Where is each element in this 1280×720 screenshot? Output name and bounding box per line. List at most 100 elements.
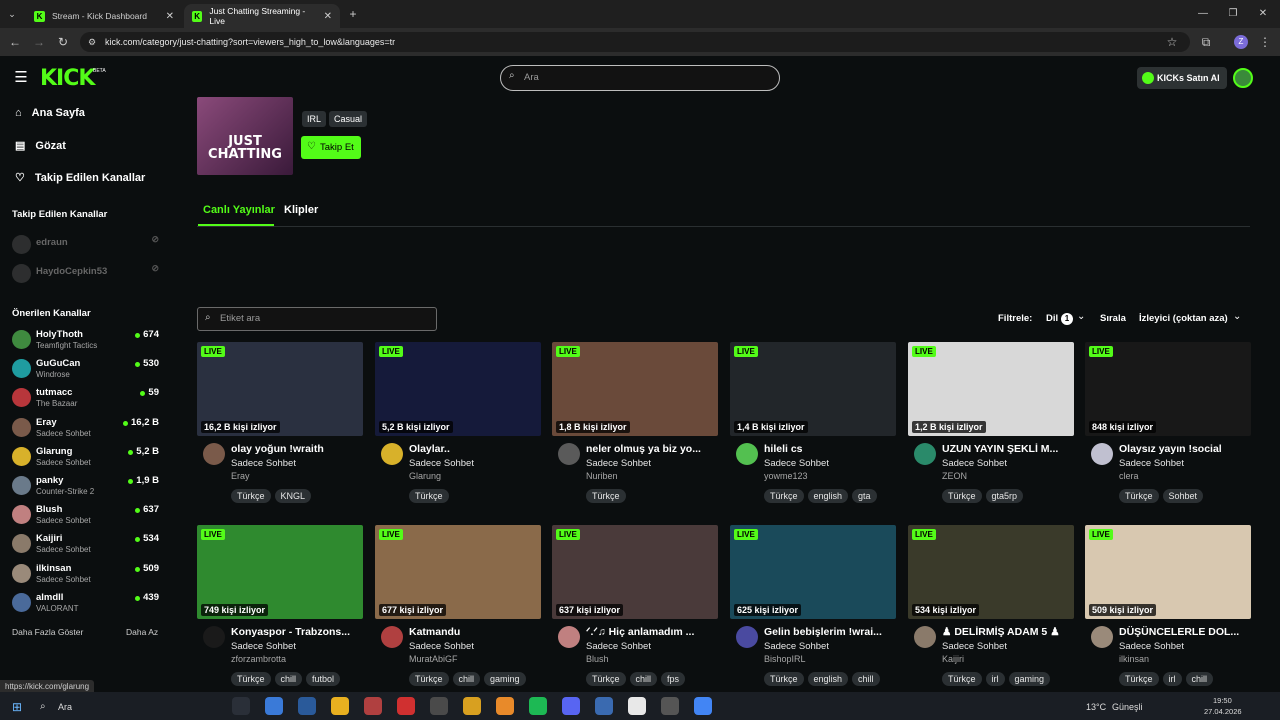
stream-tag[interactable]: english — [807, 489, 849, 503]
stream-card[interactable]: LIVE 534 kişi izliyor ♟ DELİRMİŞ ADAM 5 … — [908, 525, 1074, 695]
stream-tag[interactable]: chill — [452, 672, 481, 686]
stream-thumbnail[interactable]: LIVE 509 kişi izliyor — [1085, 525, 1251, 619]
avatar[interactable] — [381, 626, 403, 648]
stream-category[interactable]: Sadece Sohbet — [1119, 641, 1184, 652]
followed-channel[interactable]: HaydoCepkin53 ⊘ — [12, 261, 162, 289]
stream-title[interactable]: hileli cs — [764, 443, 894, 455]
stream-thumbnail[interactable]: LIVE 534 kişi izliyor — [908, 525, 1074, 619]
stream-category[interactable]: Sadece Sohbet — [409, 458, 474, 469]
taskbar-search-icon[interactable]: ⌕ — [40, 701, 46, 712]
app-icon[interactable] — [496, 697, 514, 715]
close-tab-icon[interactable]: ✕ — [324, 11, 332, 22]
avatar[interactable] — [203, 626, 225, 648]
stream-tag[interactable]: futbol — [306, 672, 341, 686]
explorer-icon[interactable] — [463, 697, 481, 715]
bookmark-star-icon[interactable]: ☆ — [1164, 32, 1180, 52]
stream-card[interactable]: LIVE 1,4 B kişi izliyor hileli cs Sadece… — [730, 342, 896, 512]
nav-browse[interactable]: ▤ Gözat — [15, 139, 66, 153]
recommended-channel[interactable]: Eray Sadece Sohbet 16,2 B — [12, 415, 162, 443]
stream-title[interactable]: Konyaspor - Trabzons... — [231, 626, 361, 638]
channel-name[interactable]: BishopIRL — [764, 654, 806, 664]
stream-tag[interactable]: Türkçe — [231, 489, 271, 503]
stream-thumbnail[interactable]: LIVE 749 kişi izliyor — [197, 525, 363, 619]
vpn-icon[interactable] — [595, 697, 613, 715]
close-tab-icon[interactable]: ✕ — [166, 11, 174, 22]
tab-kick-dashboard[interactable]: K Stream - Kick Dashboard ✕ — [26, 4, 182, 28]
avatar[interactable] — [381, 443, 403, 465]
stream-thumbnail[interactable]: LIVE 16,2 B kişi izliyor — [197, 342, 363, 436]
avatar[interactable] — [1091, 443, 1113, 465]
address-bar[interactable]: kick.com/category/just-chatting?sort=vie… — [80, 32, 1190, 52]
steam-icon[interactable] — [298, 697, 316, 715]
avatar[interactable] — [558, 626, 580, 648]
tab-clips[interactable]: Klipler — [284, 204, 318, 216]
stream-thumbnail[interactable]: LIVE 625 kişi izliyor — [730, 525, 896, 619]
stream-title[interactable]: DÜŞÜNCELERLE DOL... — [1119, 626, 1249, 638]
stream-category[interactable]: Sadece Sohbet — [1119, 458, 1184, 469]
stream-tag[interactable]: chill — [629, 672, 658, 686]
stream-category[interactable]: Sadece Sohbet — [231, 458, 296, 469]
channel-name[interactable]: Kaijiri — [942, 654, 964, 664]
stream-card[interactable]: LIVE 1,8 B kişi izliyor neler olmuş ya b… — [552, 342, 718, 512]
stream-thumbnail[interactable]: LIVE 1,4 B kişi izliyor — [730, 342, 896, 436]
stream-thumbnail[interactable]: LIVE 5,2 B kişi izliyor — [375, 342, 541, 436]
show-more-link[interactable]: Daha Fazla Göster — [12, 627, 83, 637]
start-menu-icon[interactable]: ⊞ — [12, 700, 22, 714]
channel-name[interactable]: ZEON — [942, 471, 967, 481]
stream-card[interactable]: LIVE 625 kişi izliyor Gelin bebişlerim !… — [730, 525, 896, 695]
stream-category[interactable]: Sadece Sohbet — [409, 641, 474, 652]
recommended-channel[interactable]: almdll VALORANT 439 — [12, 590, 162, 618]
stream-category[interactable]: Sadece Sohbet — [764, 458, 829, 469]
followed-channel[interactable]: edraun ⊘ — [12, 232, 162, 260]
recommended-channel[interactable]: tutmacc The Bazaar 59 — [12, 385, 162, 413]
stream-tag[interactable]: chill — [1185, 672, 1214, 686]
nav-following[interactable]: ♡ Takip Edilen Kanallar — [15, 171, 145, 185]
tab-search-icon[interactable]: ⌄ — [4, 4, 20, 24]
copilot-icon[interactable] — [265, 697, 283, 715]
recommended-channel[interactable]: GuGuCan Windrose 530 — [12, 356, 162, 384]
stream-tag[interactable]: Sohbet — [1162, 489, 1204, 503]
recommended-channel[interactable]: Blush Sadece Sohbet 637 — [12, 502, 162, 530]
recommended-channel[interactable]: panky Counter-Strike 2 1,9 B — [12, 473, 162, 501]
stream-tag[interactable]: Türkçe — [586, 672, 626, 686]
taskbar-search[interactable]: Ara — [58, 702, 72, 712]
channel-name[interactable]: clera — [1119, 471, 1139, 481]
stream-thumbnail[interactable]: LIVE 677 kişi izliyor — [375, 525, 541, 619]
site-info-icon[interactable]: ⚙ — [86, 32, 98, 52]
stream-tag[interactable]: Türkçe — [942, 489, 982, 503]
discord-icon[interactable] — [562, 697, 580, 715]
stream-title[interactable]: ♟ DELİRMİŞ ADAM 5 ♟ — [942, 626, 1072, 638]
stream-tag[interactable]: Türkçe — [586, 489, 626, 503]
avatar[interactable] — [1091, 626, 1113, 648]
stream-title[interactable]: Gelin bebişlerim !wrai... — [764, 626, 894, 638]
new-tab-icon[interactable]: + — [344, 4, 362, 24]
stream-card[interactable]: LIVE 16,2 B kişi izliyor olay yoğun !wra… — [197, 342, 363, 512]
stream-title[interactable]: UZUN YAYIN ŞEKLİ M... — [942, 443, 1072, 455]
stream-tag[interactable]: Türkçe — [231, 672, 271, 686]
stream-card[interactable]: LIVE 848 kişi izliyor Olaysız yayın !soc… — [1085, 342, 1251, 512]
category-tag[interactable]: Casual — [329, 111, 368, 127]
channel-name[interactable]: Glarung — [409, 471, 441, 481]
acrobat-icon[interactable] — [364, 697, 382, 715]
stream-tag[interactable]: Türkçe — [764, 489, 804, 503]
stream-category[interactable]: Sadece Sohbet — [942, 458, 1007, 469]
stream-title[interactable]: Olaysız yayın !social — [1119, 443, 1249, 455]
task-view-icon[interactable] — [232, 697, 250, 715]
kick-logo[interactable]: KICK — [40, 66, 95, 91]
back-icon[interactable]: ← — [6, 32, 24, 52]
stream-title[interactable]: ᐟ.ᐟ♫ Hiç anlamadım ... — [586, 626, 716, 638]
stream-title[interactable]: olay yoğun !wraith — [231, 443, 361, 455]
stream-tag[interactable]: irl — [1162, 672, 1182, 686]
show-less-link[interactable]: Daha Az — [126, 627, 158, 637]
stream-card[interactable]: LIVE 677 kişi izliyor Katmandu Sadece So… — [375, 525, 541, 695]
avatar[interactable] — [914, 626, 936, 648]
stream-category[interactable]: Sadece Sohbet — [586, 641, 651, 652]
channel-name[interactable]: ilkinsan — [1119, 654, 1149, 664]
nav-home[interactable]: ⌂ Ana Sayfa — [15, 107, 85, 119]
restore-icon[interactable]: ❐ — [1224, 4, 1242, 24]
avatar[interactable] — [736, 626, 758, 648]
tab-just-chatting[interactable]: K Just Chatting Streaming - Live ✕ — [184, 4, 340, 28]
stream-tag[interactable]: fps — [661, 672, 686, 686]
stream-card[interactable]: LIVE 5,2 B kişi izliyor Olaylar.. Sadece… — [375, 342, 541, 512]
stream-card[interactable]: LIVE 749 kişi izliyor Konyaspor - Trabzo… — [197, 525, 363, 695]
